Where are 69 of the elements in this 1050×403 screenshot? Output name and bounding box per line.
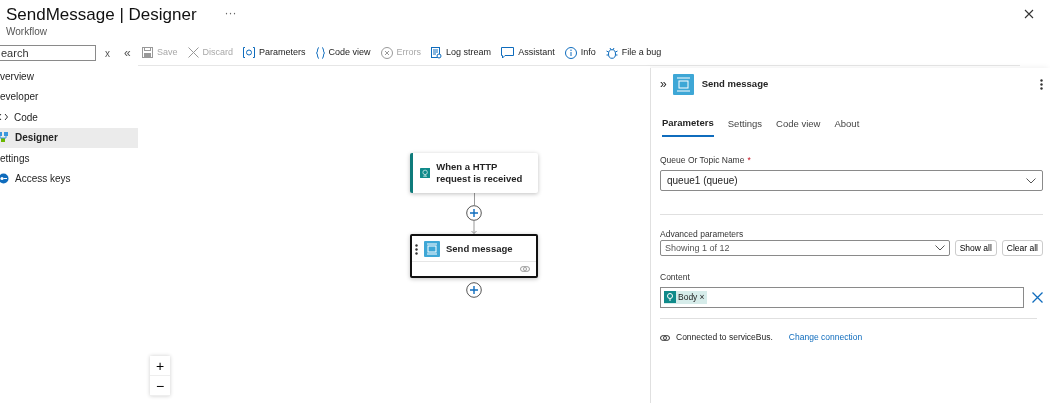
queue-dropdown[interactable]: queue1 (queue) bbox=[660, 170, 1043, 192]
page-subtitle: Workflow bbox=[6, 26, 48, 38]
drag-handle-icon[interactable] bbox=[415, 243, 418, 255]
link-icon bbox=[520, 265, 530, 273]
expand-button[interactable]: » bbox=[660, 75, 667, 93]
sidebar-item[interactable]: Access keys bbox=[0, 168, 138, 189]
document-icon bbox=[431, 46, 443, 59]
action-button[interactable]: Show all bbox=[954, 240, 997, 257]
bug-icon bbox=[605, 46, 618, 59]
diagram-icon bbox=[0, 132, 9, 144]
chevron-icon bbox=[1026, 177, 1036, 184]
close-icon bbox=[187, 47, 199, 58]
close-icon[interactable] bbox=[1032, 292, 1043, 304]
clear-button[interactable]: x bbox=[105, 45, 110, 61]
workflow-node[interactable]: When a HTTP request is received bbox=[410, 153, 538, 193]
panel-title: Send message bbox=[701, 76, 769, 91]
sidebar-item[interactable]: Designer bbox=[0, 127, 138, 148]
field-label: Advanced parameters bbox=[660, 229, 745, 241]
sidebar-item[interactable]: Code bbox=[0, 107, 138, 128]
message-icon bbox=[424, 241, 440, 257]
collapse-button[interactable]: « bbox=[124, 44, 131, 62]
connection-text: Connected to serviceBus. bbox=[676, 331, 773, 344]
brackets-icon bbox=[243, 47, 256, 58]
sidebar-item[interactable]: eveloper bbox=[0, 86, 138, 107]
braces-icon bbox=[315, 46, 325, 59]
content-field[interactable]: Body × bbox=[660, 287, 1024, 309]
change-connection-link[interactable]: Change connection bbox=[788, 331, 863, 344]
trigger-icon bbox=[420, 165, 431, 181]
panel-tab[interactable]: Parameters bbox=[662, 116, 714, 138]
message-icon bbox=[672, 73, 694, 95]
sidebar-item[interactable]: ettings bbox=[0, 148, 138, 169]
trigger-icon bbox=[664, 291, 676, 304]
zoom-button[interactable]: − bbox=[150, 376, 170, 396]
link-icon bbox=[660, 333, 670, 342]
zoom-button[interactable]: + bbox=[150, 356, 170, 376]
field-label: Content bbox=[660, 272, 691, 284]
key-icon bbox=[0, 173, 9, 185]
action-button[interactable]: Clear all bbox=[1001, 240, 1043, 257]
page-title: SendMessage | Designer bbox=[6, 4, 197, 26]
more-button[interactable]: ··· bbox=[224, 4, 237, 22]
sidebar-item[interactable]: verview bbox=[0, 66, 138, 87]
required-mark: * bbox=[747, 155, 751, 167]
parameters-dropdown[interactable]: Showing 1 of 12 bbox=[660, 240, 950, 257]
workflow-node[interactable]: Send message bbox=[410, 234, 538, 278]
add-step-icon[interactable] bbox=[466, 282, 482, 298]
token-chip[interactable]: Body × bbox=[664, 290, 708, 304]
connector-arrow bbox=[471, 221, 477, 234]
toolbar-button[interactable]: Code view bbox=[315, 45, 371, 60]
toolbar-button[interactable]: Info bbox=[564, 45, 596, 60]
code-icon bbox=[0, 112, 8, 123]
toolbar-button[interactable]: File a bug bbox=[605, 45, 662, 60]
remove-button[interactable]: × bbox=[699, 290, 705, 304]
panel-tab[interactable]: About bbox=[834, 116, 860, 138]
add-step-icon[interactable] bbox=[466, 205, 482, 221]
panel-tab[interactable]: Code view bbox=[776, 116, 821, 138]
search-field[interactable]: earch bbox=[0, 45, 96, 61]
save-icon bbox=[142, 47, 153, 58]
panel-tab[interactable]: Settings bbox=[727, 116, 763, 138]
toolbar-button[interactable]: Parameters bbox=[243, 45, 306, 60]
field-label: Queue Or Topic Name bbox=[660, 155, 745, 167]
error-icon bbox=[380, 46, 393, 59]
chevron-icon bbox=[934, 245, 945, 252]
toolbar-button[interactable]: Log stream bbox=[431, 45, 492, 60]
close-icon[interactable] bbox=[1024, 9, 1034, 19]
chat-icon bbox=[501, 46, 515, 59]
info-icon bbox=[564, 46, 577, 59]
toolbar-button[interactable]: Assistant bbox=[501, 45, 555, 60]
more-icon[interactable] bbox=[1040, 78, 1043, 90]
connector-line bbox=[473, 193, 475, 205]
